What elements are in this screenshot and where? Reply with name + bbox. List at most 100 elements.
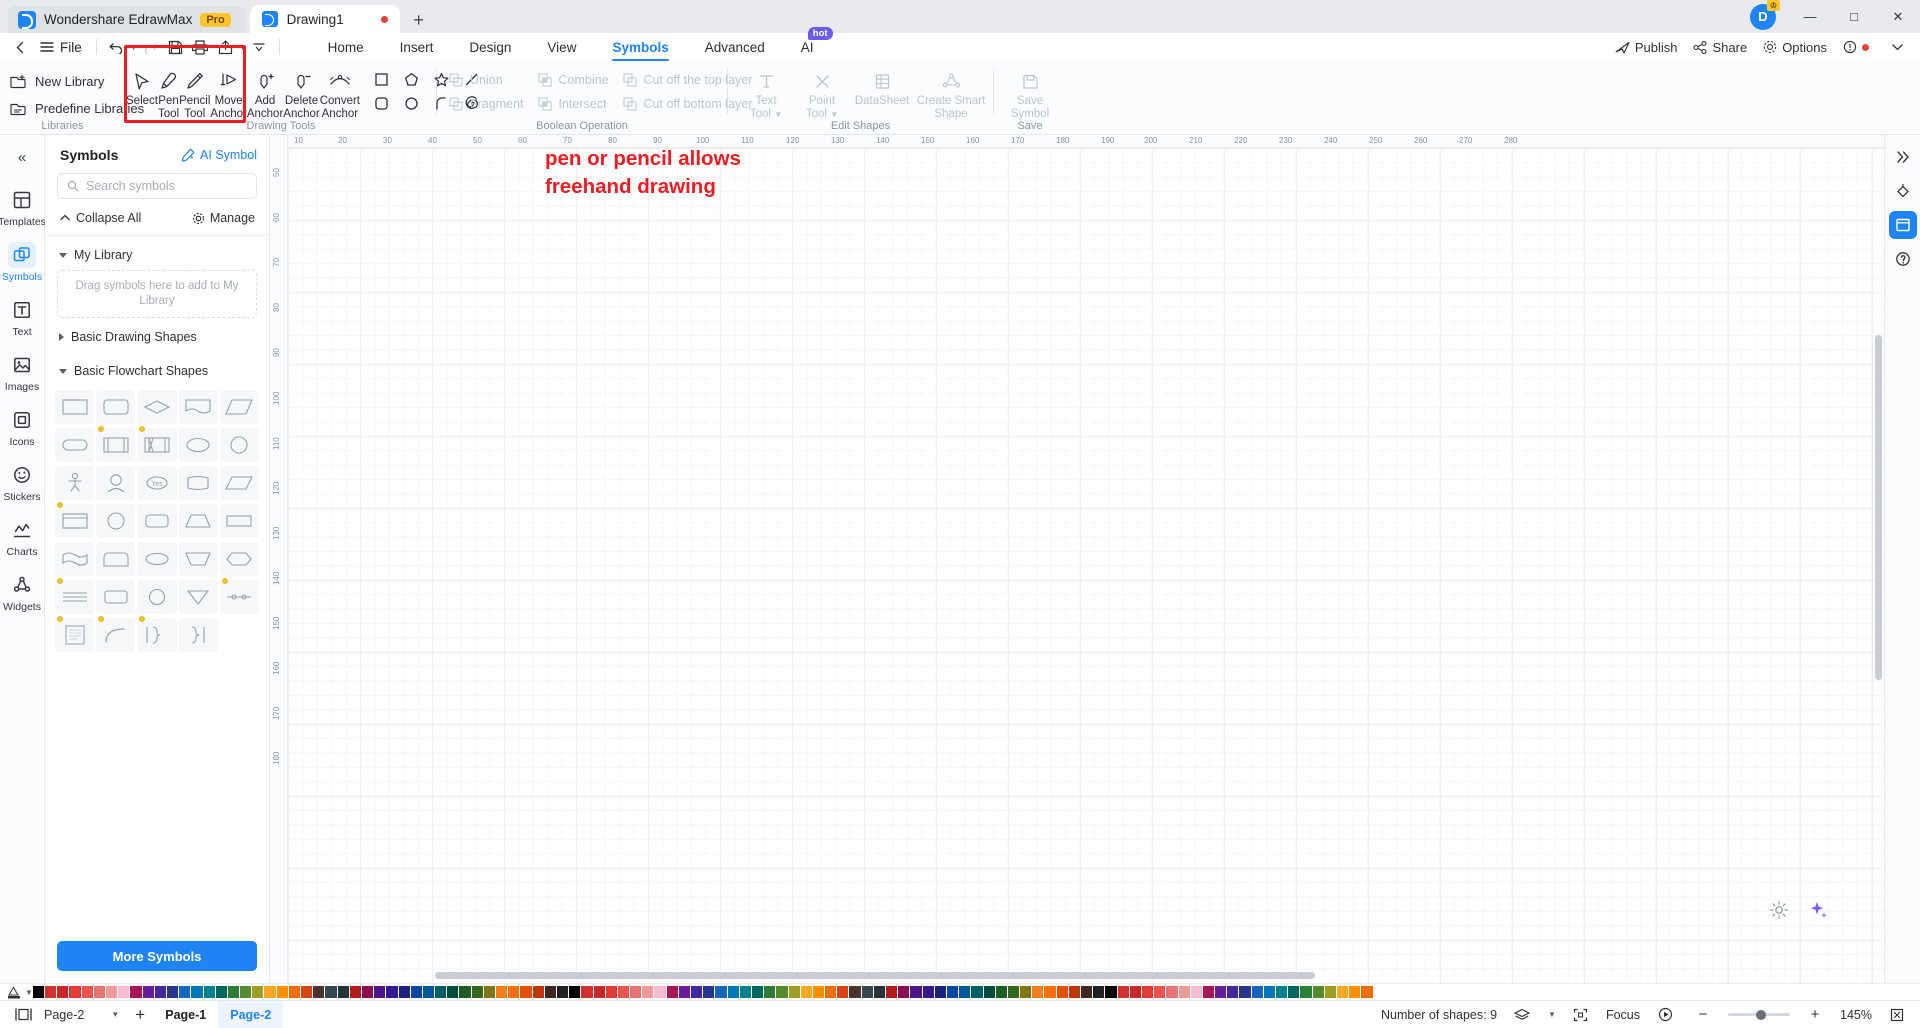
- sidebar-item-widgets[interactable]: Widgets: [0, 564, 45, 619]
- color-swatch[interactable]: [1215, 986, 1227, 998]
- color-swatch[interactable]: [788, 986, 800, 998]
- page-tab-page-1[interactable]: Page-1: [153, 1001, 218, 1028]
- undo-icon[interactable]: [104, 35, 129, 59]
- color-swatch[interactable]: [678, 986, 691, 998]
- page-selector-dropdown[interactable]: Page-2 ▼: [36, 1008, 127, 1022]
- color-swatch[interactable]: [971, 986, 983, 998]
- page-view-icon[interactable]: [10, 1004, 36, 1026]
- color-swatch[interactable]: [849, 986, 861, 998]
- color-swatch[interactable]: [1312, 986, 1324, 998]
- horizontal-ruler[interactable]: 10 20 30 40 50 60 70 80 90 100 110 120 1…: [270, 135, 1884, 148]
- new-tab-button[interactable]: +: [406, 7, 432, 33]
- color-swatch[interactable]: [459, 986, 471, 998]
- color-swatch[interactable]: [581, 986, 593, 998]
- ai-symbol-button[interactable]: AI Symbol: [181, 148, 257, 162]
- vertical-scrollbar[interactable]: [1875, 335, 1882, 680]
- color-swatch[interactable]: [934, 986, 946, 998]
- color-swatch[interactable]: [374, 986, 386, 998]
- color-swatch[interactable]: [142, 986, 154, 998]
- color-swatch[interactable]: [995, 986, 1007, 998]
- rounded-square-icon[interactable]: [374, 96, 389, 111]
- color-swatch[interactable]: [642, 986, 654, 998]
- color-swatch[interactable]: [471, 986, 483, 998]
- symbol-predefined-process[interactable]: [96, 426, 136, 462]
- color-swatch[interactable]: [520, 986, 532, 998]
- more-symbols-button[interactable]: More Symbols: [57, 941, 257, 971]
- color-swatch[interactable]: [154, 986, 166, 998]
- color-swatch[interactable]: [1093, 986, 1105, 998]
- symbol-stored-data[interactable]: [178, 466, 218, 500]
- color-swatch[interactable]: [569, 986, 581, 998]
- focus-label[interactable]: Focus: [1606, 1008, 1640, 1022]
- collapse-panel-icon[interactable]: «: [7, 143, 37, 171]
- presentation-play-icon[interactable]: [1652, 1004, 1678, 1026]
- color-swatch[interactable]: [349, 986, 361, 998]
- symbol-circle-outline[interactable]: [137, 580, 177, 614]
- fill-format-icon[interactable]: [1889, 177, 1917, 205]
- symbol-document-wave[interactable]: [178, 390, 218, 424]
- color-swatch[interactable]: [118, 986, 130, 998]
- symbol-card-rect[interactable]: [55, 502, 95, 538]
- color-swatch[interactable]: [946, 986, 959, 998]
- sidebar-item-icons[interactable]: Icons: [0, 399, 45, 454]
- symbol-wave-document[interactable]: [55, 542, 95, 576]
- collapse-right-icon[interactable]: [1889, 143, 1917, 171]
- symbol-decision-diamond[interactable]: [137, 390, 177, 424]
- color-swatch[interactable]: [1300, 986, 1312, 998]
- color-swatch[interactable]: [703, 986, 715, 998]
- color-swatch[interactable]: [1349, 986, 1361, 998]
- zoom-out-button[interactable]: −: [1690, 1004, 1716, 1026]
- symbol-flat-rect[interactable]: [219, 504, 259, 538]
- symbol-ellipse-flat[interactable]: [137, 542, 177, 576]
- color-swatch[interactable]: [240, 986, 252, 998]
- symbol-circle-plain[interactable]: [96, 504, 136, 538]
- color-swatch[interactable]: [1032, 986, 1044, 998]
- color-swatch[interactable]: [422, 986, 435, 998]
- color-swatch[interactable]: [800, 986, 812, 998]
- color-swatch[interactable]: [1251, 986, 1263, 998]
- sidebar-item-text[interactable]: Text: [0, 289, 45, 344]
- color-swatch[interactable]: [910, 986, 922, 998]
- group-basic-drawing-shapes[interactable]: Basic Drawing Shapes: [45, 318, 269, 352]
- tab-home[interactable]: Home: [311, 33, 381, 61]
- color-swatch[interactable]: [166, 986, 179, 998]
- color-swatch[interactable]: [544, 986, 556, 998]
- color-swatch[interactable]: [57, 986, 69, 998]
- color-swatch[interactable]: [1129, 986, 1141, 998]
- canvas-area[interactable]: 10 20 30 40 50 60 70 80 90 100 110 120 1…: [270, 135, 1884, 983]
- color-swatch[interactable]: [130, 986, 142, 998]
- color-swatch[interactable]: [617, 986, 630, 998]
- color-swatch[interactable]: [691, 986, 703, 998]
- symbol-terminator-stadium[interactable]: [55, 428, 95, 462]
- color-swatch[interactable]: [983, 986, 995, 998]
- color-swatch[interactable]: [1007, 986, 1020, 998]
- vertical-ruler[interactable]: 50 60 70 80 90 100 110 120 130 140 150 1…: [270, 135, 288, 983]
- symbol-triangle-down[interactable]: [178, 580, 218, 614]
- share-button[interactable]: Share: [1693, 40, 1747, 55]
- color-swatch[interactable]: [593, 986, 605, 998]
- color-swatch[interactable]: [751, 986, 764, 998]
- page-tab-page-2[interactable]: Page-2: [218, 1000, 284, 1028]
- color-swatch[interactable]: [739, 986, 751, 998]
- symbol-offpage-connector[interactable]: [96, 580, 136, 614]
- app-tab[interactable]: Wondershare EdrawMax Pro: [8, 6, 245, 33]
- color-swatch[interactable]: [1081, 986, 1093, 998]
- back-icon[interactable]: [8, 35, 33, 59]
- color-swatch[interactable]: [727, 986, 739, 998]
- sidebar-item-charts[interactable]: Charts: [0, 509, 45, 564]
- color-swatch[interactable]: [179, 986, 191, 998]
- color-swatch[interactable]: [1324, 986, 1336, 998]
- avatar[interactable]: D ♔: [1750, 0, 1780, 30]
- color-swatch[interactable]: [337, 986, 349, 998]
- circle-icon[interactable]: [404, 96, 419, 111]
- convert-anchor-button[interactable]: Convert Anchor: [320, 65, 360, 120]
- color-swatch[interactable]: [1105, 986, 1117, 998]
- zoom-slider[interactable]: [1728, 1009, 1791, 1020]
- color-swatch[interactable]: [508, 986, 520, 998]
- color-swatch[interactable]: [398, 986, 410, 998]
- pencil-tool-button[interactable]: Pencil Tool: [179, 65, 210, 120]
- new-library-button[interactable]: New Library: [0, 71, 116, 91]
- sidebar-item-symbols[interactable]: Symbols: [0, 234, 45, 289]
- color-swatch[interactable]: [837, 986, 849, 998]
- color-swatch[interactable]: [69, 986, 81, 998]
